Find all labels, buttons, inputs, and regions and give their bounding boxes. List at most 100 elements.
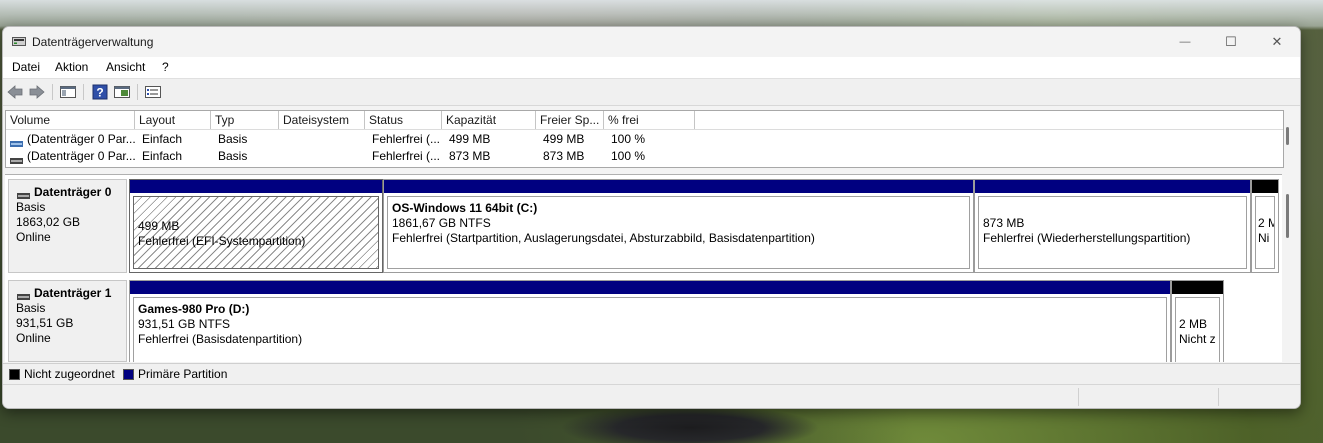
toolbar-separator	[137, 84, 138, 100]
volume-list-header: Volume Layout Typ Dateisystem Status Kap…	[6, 111, 1283, 130]
svg-text:?: ?	[96, 85, 103, 99]
partition-bar	[1252, 180, 1278, 193]
legend-swatch-primary	[123, 369, 134, 380]
column-header-volume[interactable]: Volume	[6, 111, 135, 129]
disk-1-info[interactable]: Datenträger 1 Basis 931,51 GB Online	[8, 280, 127, 362]
partition-body: 499 MB Fehlerfrei (EFI-Systempartition)	[133, 196, 379, 269]
partition-size: 1861,67 GB NTFS	[392, 216, 491, 230]
partition-size: 873 MB	[983, 216, 1025, 230]
partition-size: 2 M	[1258, 216, 1274, 230]
help-icon[interactable]: ?	[91, 83, 109, 100]
menu-help[interactable]: ?	[162, 60, 169, 74]
disk-map: Datenträger 0 Basis 1863,02 GB Online 49…	[5, 174, 1282, 362]
partition-unallocated-disk-1[interactable]: 2 MB Nicht z	[1171, 280, 1224, 362]
cell-kapazitaet: 499 MB	[449, 132, 491, 146]
partition-bar	[384, 180, 973, 193]
partition-body: Games-980 Pro (D:) 931,51 GB NTFS Fehler…	[133, 297, 1167, 362]
toolbar-separator	[83, 84, 84, 100]
disk-name: Datenträger 1	[34, 286, 112, 300]
disk-management-window: Datenträgerverwaltung — ☐ ✕ Datei Aktion…	[2, 26, 1301, 409]
partition-d[interactable]: Games-980 Pro (D:) 931,51 GB NTFS Fehler…	[129, 280, 1171, 362]
column-header-dateisystem[interactable]: Dateisystem	[279, 111, 365, 129]
cell-prozent-frei: 100 %	[611, 132, 646, 146]
volume-row[interactable]: (Datenträger 0 Par... Einfach Basis Fehl…	[6, 131, 1283, 148]
column-header-layout[interactable]: Layout	[135, 111, 211, 129]
legend-label-unallocated: Nicht zugeordnet	[24, 367, 115, 381]
status-bar-separator	[1078, 388, 1079, 406]
forward-icon[interactable]	[28, 83, 46, 100]
partition-status: Ni	[1258, 231, 1270, 245]
toolbar-separator	[52, 84, 53, 100]
column-header-prozent-frei[interactable]: % frei	[604, 111, 695, 129]
minimize-icon: —	[1179, 36, 1191, 48]
disk-type: Basis	[16, 200, 46, 214]
wallpaper-detail	[560, 405, 820, 443]
column-header-status[interactable]: Status	[365, 111, 442, 129]
cell-layout: Einfach	[142, 132, 183, 146]
cell-status: Fehlerfrei (...	[372, 149, 441, 163]
status-bar-separator	[1218, 388, 1219, 406]
column-header-kapazitaet[interactable]: Kapazität	[442, 111, 536, 129]
volume-list[interactable]: Volume Layout Typ Dateisystem Status Kap…	[5, 110, 1284, 168]
partition-body: 2 M Ni	[1255, 196, 1275, 269]
disk-size: 1863,02 GB	[16, 215, 81, 229]
disk-type: Basis	[16, 301, 46, 315]
cell-volume: (Datenträger 0 Par...	[27, 149, 135, 163]
disk-size: 931,51 GB	[16, 316, 74, 330]
volume-icon	[10, 153, 23, 164]
back-icon[interactable]	[6, 83, 24, 100]
disk-map-scrollbar[interactable]	[1286, 194, 1289, 238]
partition-unallocated-disk-0[interactable]: 2 M Ni	[1251, 179, 1279, 273]
volume-list-scrollbar[interactable]	[1286, 127, 1289, 145]
partition-body: 2 MB Nicht z	[1175, 297, 1220, 362]
partition-status: Fehlerfrei (Basisdatenpartition)	[138, 332, 303, 346]
disk-icon	[17, 188, 30, 199]
volume-row[interactable]: (Datenträger 0 Par... Einfach Basis Fehl…	[6, 148, 1283, 165]
cell-typ: Basis	[218, 149, 248, 163]
volume-icon	[10, 136, 23, 147]
partition-status: Fehlerfrei (Startpartition, Auslagerungs…	[392, 231, 815, 245]
partition-c[interactable]: OS-Windows 11 64bit (C:) 1861,67 GB NTFS…	[383, 179, 974, 273]
partition-bar	[130, 281, 1170, 294]
partition-body: OS-Windows 11 64bit (C:) 1861,67 GB NTFS…	[387, 196, 970, 269]
disk-status: Online	[16, 230, 51, 244]
properties-icon[interactable]	[144, 83, 162, 100]
disk-0-info[interactable]: Datenträger 0 Basis 1863,02 GB Online	[8, 179, 127, 273]
partition-bar	[130, 180, 382, 193]
legend: Nicht zugeordnet Primäre Partition	[3, 363, 1300, 384]
menu-ansicht[interactable]: Ansicht	[106, 60, 145, 74]
column-header-freier-speicher[interactable]: Freier Sp...	[536, 111, 604, 129]
status-bar	[3, 384, 1300, 408]
window-title: Datenträgerverwaltung	[32, 35, 154, 49]
close-button[interactable]: ✕	[1254, 27, 1300, 57]
maximize-icon: ☐	[1225, 34, 1237, 49]
menu-datei[interactable]: Datei	[12, 60, 40, 74]
maximize-button[interactable]: ☐	[1208, 27, 1254, 57]
partition-status: Fehlerfrei (Wiederherstellungspartition)	[983, 231, 1191, 245]
cell-typ: Basis	[218, 132, 248, 146]
cell-volume: (Datenträger 0 Par...	[27, 132, 135, 146]
close-icon: ✕	[1271, 34, 1283, 49]
partition-size: 931,51 GB NTFS	[138, 317, 231, 331]
partition-size: 499 MB	[138, 219, 180, 233]
column-header-typ[interactable]: Typ	[211, 111, 279, 129]
partition-size: 2 MB	[1179, 317, 1208, 331]
partition-status: Nicht z	[1179, 332, 1216, 346]
disk-icon	[17, 289, 30, 300]
partition-recovery[interactable]: 873 MB Fehlerfrei (Wiederherstellungspar…	[974, 179, 1251, 273]
legend-swatch-unallocated	[9, 369, 20, 380]
menu-aktion[interactable]: Aktion	[55, 60, 88, 74]
partition-body: 873 MB Fehlerfrei (Wiederherstellungspar…	[978, 196, 1247, 269]
view-icon[interactable]	[113, 83, 131, 100]
minimize-button[interactable]: —	[1162, 27, 1208, 57]
partition-efi[interactable]: 499 MB Fehlerfrei (EFI-Systempartition)	[129, 179, 383, 273]
partition-title: OS-Windows 11 64bit (C:)	[392, 201, 538, 215]
console-tree-icon[interactable]	[59, 83, 77, 100]
partition-status: Fehlerfrei (EFI-Systempartition)	[138, 234, 306, 248]
title-bar[interactable]: Datenträgerverwaltung — ☐ ✕	[3, 27, 1300, 57]
cell-kapazitaet: 873 MB	[449, 149, 491, 163]
cell-status: Fehlerfrei (...	[372, 132, 441, 146]
disk-name: Datenträger 0	[34, 185, 112, 199]
partition-title: Games-980 Pro (D:)	[138, 302, 250, 316]
cell-freier-speicher: 499 MB	[543, 132, 585, 146]
